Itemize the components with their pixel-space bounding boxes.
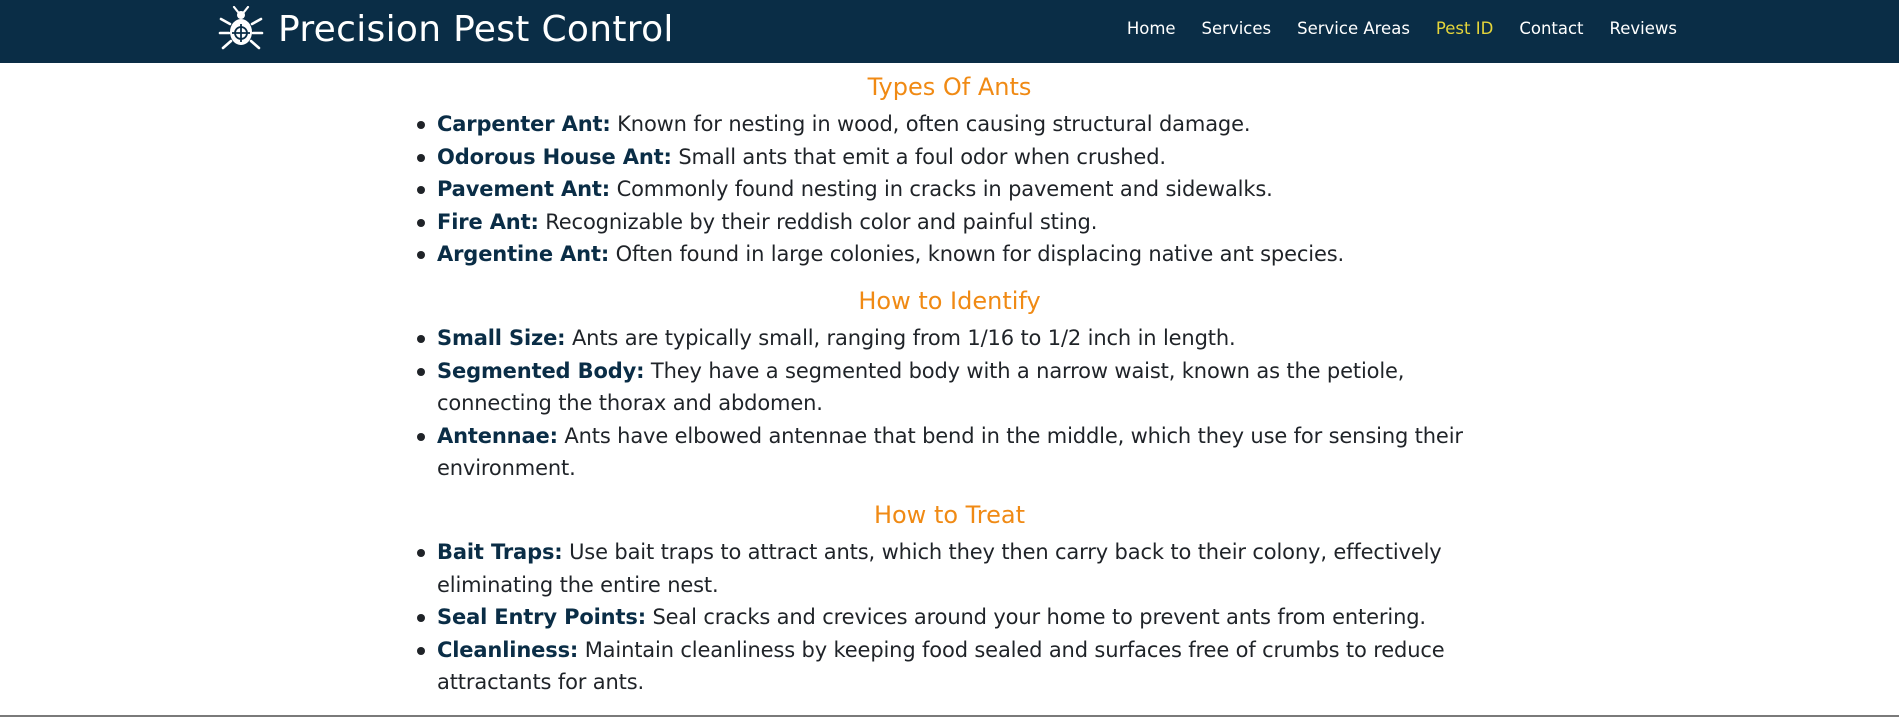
item-description: Seal cracks and crevices around your hom… [645, 605, 1426, 629]
item-description: Known for nesting in wood, often causing… [610, 112, 1251, 136]
nav-services[interactable]: Services [1202, 18, 1272, 40]
list-item: Odorous House Ant: Small ants that emit … [417, 141, 1497, 174]
brand-home-link[interactable]: Precision Pest Control [218, 4, 674, 54]
item-description: Ants are typically small, ranging from 1… [565, 326, 1236, 350]
list-item: Segmented Body: They have a segmented bo… [417, 355, 1497, 420]
item-description: Recognizable by their reddish color and … [538, 209, 1098, 234]
section-title-how-to-identify: How to Identify [858, 287, 1041, 315]
section-title-types-of-ants: Types Of Ants [867, 73, 1032, 101]
item-description: Often found in large colonies, known for… [609, 242, 1345, 266]
list-item: Seal Entry Points: Seal cracks and crevi… [417, 601, 1497, 634]
main-nav: Home Services Service Areas Pest ID Cont… [1101, 18, 1677, 40]
item-term: Carpenter Ant: [437, 112, 611, 136]
list-item: Pavement Ant: Commonly found nesting in … [417, 173, 1497, 206]
item-term: Argentine Ant: [437, 242, 610, 266]
item-term: Bait Traps: [437, 540, 563, 564]
how-to-treat-list: Bait Traps: Use bait traps to attract an… [417, 536, 1497, 699]
item-term: Small Size: [437, 326, 566, 350]
nav-service-areas[interactable]: Service Areas [1297, 18, 1410, 40]
list-item: Carpenter Ant: Known for nesting in wood… [417, 108, 1497, 141]
types-of-ants-list: Carpenter Ant: Known for nesting in wood… [417, 108, 1497, 271]
list-item: Fire Ant: Recognizable by their reddish … [417, 206, 1497, 239]
item-term: Fire Ant: [437, 209, 539, 234]
list-item: Argentine Ant: Often found in large colo… [417, 238, 1497, 271]
item-term: Seal Entry Points: [437, 605, 646, 629]
item-description: Small ants that emit a foul odor when cr… [671, 144, 1166, 169]
section-title-how-to-treat: How to Treat [873, 501, 1026, 529]
brand-title: Precision Pest Control [278, 8, 674, 50]
item-description: Commonly found nesting in cracks in pave… [610, 177, 1273, 201]
nav-contact[interactable]: Contact [1519, 18, 1583, 40]
item-term: Antennae: [437, 423, 558, 448]
nav-home[interactable]: Home [1127, 18, 1176, 40]
list-item: Cleanliness: Maintain cleanliness by kee… [417, 634, 1497, 699]
item-description: Use bait traps to attract ants, which th… [437, 540, 1442, 597]
item-description: Ants have elbowed antennae that bend in … [437, 423, 1463, 481]
item-term: Pavement Ant: [437, 177, 611, 201]
item-term: Segmented Body: [437, 358, 645, 383]
bug-crosshair-icon [218, 6, 264, 50]
how-to-identify-list: Small Size: Ants are typically small, ra… [417, 322, 1497, 485]
item-term: Odorous House Ant: [437, 144, 672, 169]
item-description: Maintain cleanliness by keeping food sea… [437, 637, 1445, 695]
nav-reviews[interactable]: Reviews [1610, 18, 1677, 40]
list-item: Antennae: Ants have elbowed antennae tha… [417, 420, 1497, 485]
list-item: Bait Traps: Use bait traps to attract an… [417, 536, 1497, 601]
nav-pest-id[interactable]: Pest ID [1436, 18, 1493, 40]
list-item: Small Size: Ants are typically small, ra… [417, 322, 1497, 355]
top-navbar: Precision Pest Control Home Services Ser… [0, 0, 1899, 63]
item-term: Cleanliness: [437, 637, 579, 662]
